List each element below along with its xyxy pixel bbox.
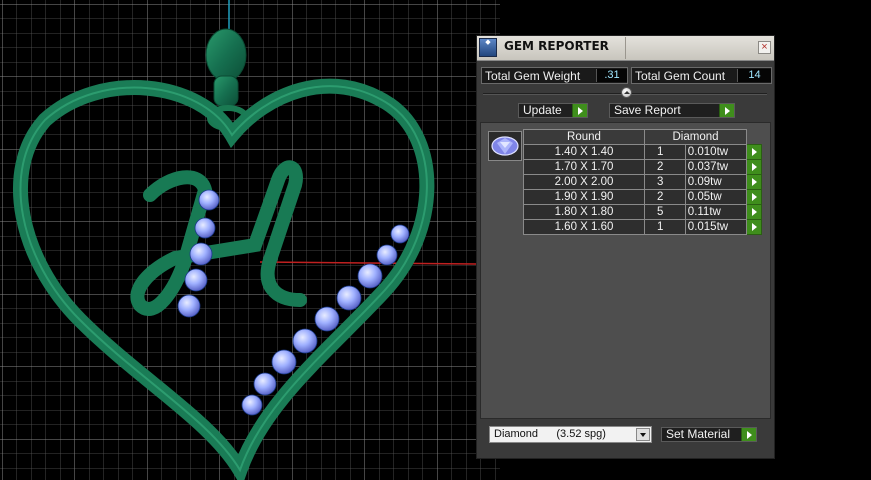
round-diamond-gem-icon <box>488 131 522 161</box>
play-arrow-icon <box>719 104 734 117</box>
gem-count: 2 <box>644 189 686 205</box>
material-dropdown[interactable]: Diamond (3.52 spg) <box>489 426 652 443</box>
table-row: 1.60 X 1.60 1 0.015tw <box>523 219 762 235</box>
gem-count: 3 <box>644 174 686 190</box>
gem-count: 2 <box>644 159 686 175</box>
close-button[interactable]: × <box>758 41 771 54</box>
select-row-arrow-button[interactable] <box>746 144 762 160</box>
table-row: 1.70 X 1.70 2 0.037tw <box>523 159 762 175</box>
panel-titlebar[interactable]: ◆ GEM REPORTER × <box>477 36 774 61</box>
table-row: 1.40 X 1.40 1 0.010tw <box>523 144 762 160</box>
total-gem-weight-field: Total Gem Weight .31 <box>481 67 628 84</box>
gem-count: 1 <box>644 144 686 160</box>
save-report-button-label: Save Report <box>614 103 681 117</box>
set-material-button[interactable]: Set Material <box>661 427 757 442</box>
total-gem-count-field: Total Gem Count 14 <box>631 67 772 84</box>
gem-reporter-logo-icon: ◆ <box>479 38 497 57</box>
table-row: 1.80 X 1.80 5 0.11tw <box>523 204 762 220</box>
gem-table: Round Diamond 1.40 X 1.40 1 0.010tw 1.70… <box>523 129 762 235</box>
select-row-arrow-button[interactable] <box>746 189 762 205</box>
set-material-button-label: Set Material <box>666 427 731 441</box>
select-row-arrow-button[interactable] <box>746 174 762 190</box>
titlebar-separator <box>625 37 626 59</box>
panel-title: GEM REPORTER <box>504 39 609 53</box>
update-button-label: Update <box>523 103 562 117</box>
total-gem-weight-value: .31 <box>596 69 627 82</box>
total-gem-count-label: Total Gem Count <box>635 69 726 83</box>
select-row-arrow-button[interactable] <box>746 159 762 175</box>
collapse-knob-button[interactable] <box>621 87 632 98</box>
gem-count: 5 <box>644 204 686 220</box>
gem-weight: 0.010tw <box>684 144 748 160</box>
gem-size: 1.60 X 1.60 <box>523 219 645 235</box>
gem-weight: 0.09tw <box>684 174 748 190</box>
gem-weight: 0.05tw <box>684 189 748 205</box>
gem-weight: 0.015tw <box>684 219 748 235</box>
gem-weight: 0.037tw <box>684 159 748 175</box>
gem-report-area: Round Diamond 1.40 X 1.40 1 0.010tw 1.70… <box>480 122 771 419</box>
table-row: 1.90 X 1.90 2 0.05tw <box>523 189 762 205</box>
gem-weight: 0.11tw <box>684 204 748 220</box>
save-report-button[interactable]: Save Report <box>609 103 735 118</box>
gem-size: 1.80 X 1.80 <box>523 204 645 220</box>
update-button[interactable]: Update <box>518 103 588 118</box>
gem-size: 1.40 X 1.40 <box>523 144 645 160</box>
play-arrow-icon <box>741 428 756 441</box>
select-row-arrow-button[interactable] <box>746 219 762 235</box>
play-arrow-icon <box>572 104 587 117</box>
material-header: Diamond <box>644 129 747 145</box>
gem-size: 2.00 X 2.00 <box>523 174 645 190</box>
gem-reporter-panel: ◆ GEM REPORTER × Total Gem Weight .31 To… <box>476 35 775 459</box>
gem-size: 1.90 X 1.90 <box>523 189 645 205</box>
chevron-down-icon[interactable] <box>636 428 650 441</box>
table-row: 2.00 X 2.00 3 0.09tw <box>523 174 762 190</box>
shape-header: Round <box>523 129 645 145</box>
gem-size: 1.70 X 1.70 <box>523 159 645 175</box>
gem-count: 1 <box>644 219 686 235</box>
total-gem-weight-label: Total Gem Weight <box>485 69 581 83</box>
total-gem-count-value: 14 <box>737 69 771 82</box>
material-dropdown-value: Diamond (3.52 spg) <box>494 428 606 440</box>
select-row-arrow-button[interactable] <box>746 204 762 220</box>
